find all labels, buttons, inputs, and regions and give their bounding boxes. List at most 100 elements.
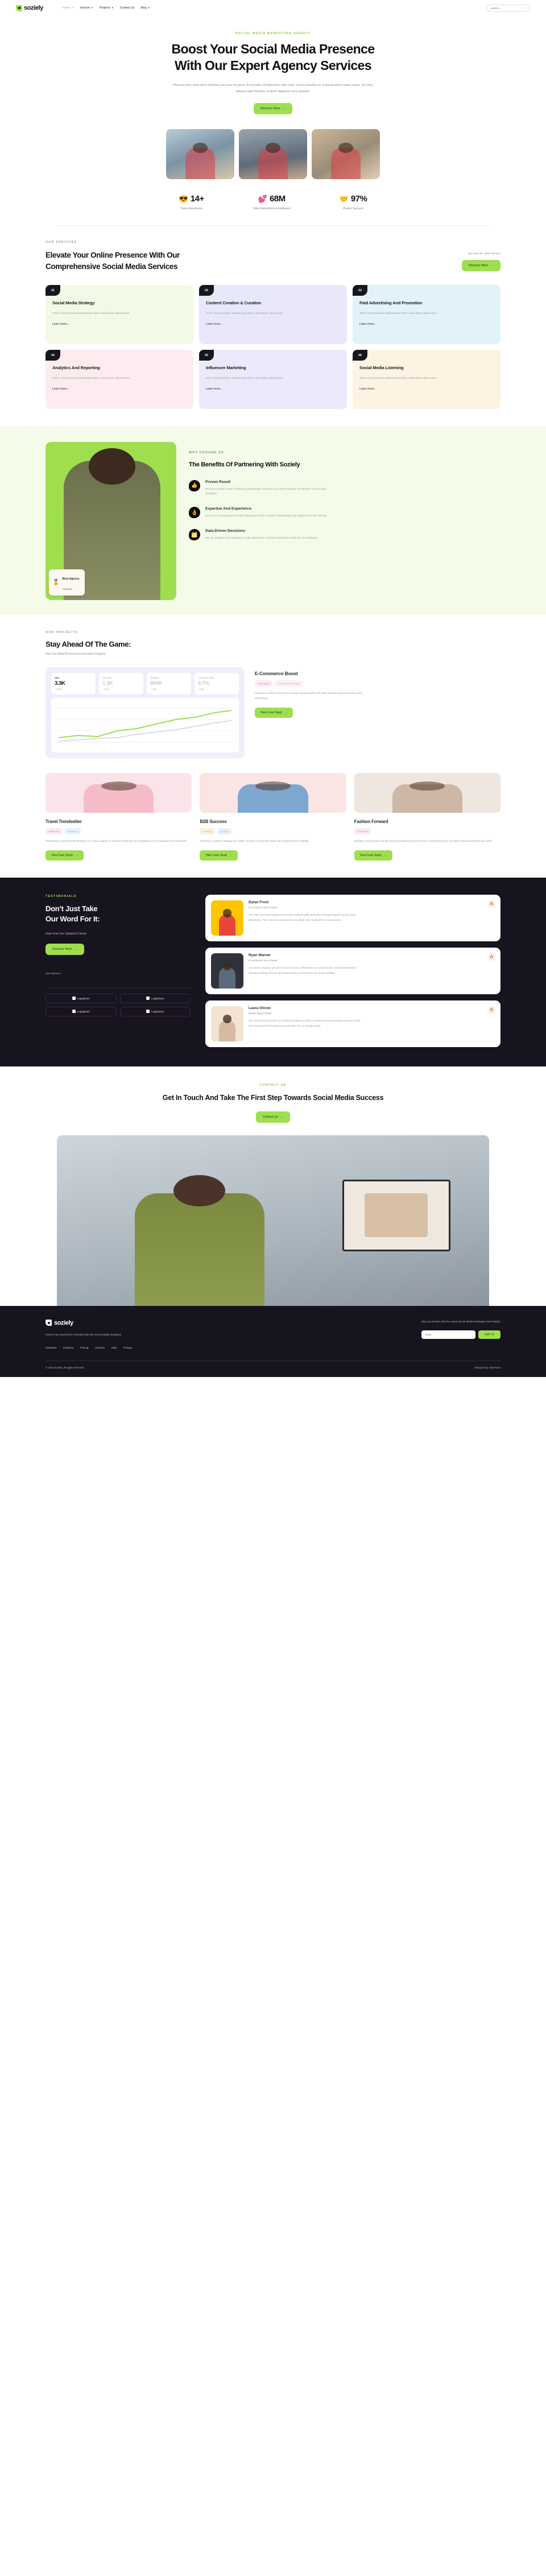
nav-item-service[interactable]: Service ▼	[80, 6, 93, 10]
service-card[interactable]: 03 Paid Advertising And Promotion Tortor…	[353, 285, 500, 344]
project-text: Developing a social media strategy for a…	[46, 840, 187, 842]
arrow-right-icon: →	[284, 710, 287, 714]
testimonials-discover-more-button[interactable]: Discover More →	[46, 943, 85, 955]
project-title: Fashion Forward	[354, 819, 388, 824]
search-input[interactable]	[491, 6, 523, 10]
testimonials-section: TESTIMONIALS Don’t Just Take Our Word Fo…	[0, 877, 546, 1066]
service-card[interactable]: 05 Influencer Marketing Tortor nisl elit…	[199, 350, 347, 409]
footer-link-careers[interactable]: Careers	[95, 1346, 104, 1349]
tag: linkedin	[217, 828, 232, 834]
search-box[interactable]: ⌕	[487, 4, 530, 12]
nav-item-home[interactable]: Home ▼	[63, 6, 74, 10]
chevron-down-icon: ▼	[111, 6, 114, 9]
chevron-down-icon: ▼	[71, 6, 74, 9]
service-text: Tortor nisl elit pulvinar pellentesque l…	[206, 377, 284, 379]
view-case-study-button[interactable]: View Case Study →	[200, 850, 238, 861]
service-number: 04	[46, 350, 60, 361]
service-card[interactable]: 02 Content Creation & Curation Tortor ni…	[199, 285, 347, 344]
fire-icon: 🔥	[489, 900, 495, 908]
view-case-study-button[interactable]: View Case Study →	[354, 850, 392, 861]
service-title: Content Creation & Curation	[206, 300, 262, 305]
stat-years-experience: 😎 14+ Years Experience	[179, 193, 205, 210]
partner-logo[interactable]: Logoipsum	[46, 1006, 117, 1016]
footer-tagline: Unlock Your Business's Potential with Ou…	[46, 1333, 121, 1336]
service-card[interactable]: 01 Social Media Strategy Tortor nisl eli…	[46, 285, 193, 344]
partner-logo[interactable]: Logoipsum	[119, 993, 191, 1003]
services-title: Elevate Your Online Presence With Our Co…	[46, 250, 180, 271]
service-text: Tortor nisl elit pulvinar pellentesque l…	[52, 312, 130, 315]
footer-link-pricing[interactable]: Pricing	[80, 1346, 88, 1349]
project-image	[46, 773, 192, 813]
view-case-study-button[interactable]: View Case Study →	[255, 707, 293, 718]
arrow-right-icon: →	[282, 106, 286, 110]
learn-more-link[interactable]: Learn more...	[359, 387, 494, 391]
search-icon[interactable]: ⌕	[524, 6, 526, 10]
project-card[interactable]: Travel Trendsetter instagram facebook De…	[46, 773, 192, 861]
stats-row: 😎 14+ Years Experience 💕 68M Total Subsc…	[0, 194, 546, 210]
service-card[interactable]: 06 Social Media Listening Tortor nisl el…	[353, 350, 500, 409]
award-badge: 🏅 Best Agency Awwards	[49, 569, 85, 596]
testimonials-title: Don’t Just Take Our Word For It:	[46, 904, 100, 924]
avatar	[211, 900, 243, 936]
benefits-section: 🏅 Best Agency Awwards WHY CHOOSE US The …	[0, 426, 546, 615]
testimonials-eyebrow: TESTIMONIALS	[46, 894, 77, 898]
contact-section: CONTACT US Get In Touch And Take The Fir…	[0, 1066, 546, 1306]
contact-title: Get In Touch And Take The First Step Tow…	[162, 1093, 384, 1102]
benefit-text: We use analytics and reporting to make d…	[205, 536, 318, 540]
page-title: Boost Your Social Media Presence With Ou…	[171, 42, 375, 73]
project-card[interactable]: Fashion Forward instagram Building a str…	[354, 773, 500, 861]
sign-up-button[interactable]: Sign Up	[478, 1330, 500, 1339]
benefits-title: The Benefits Of Partnering With Soziely	[189, 461, 300, 468]
project-text: Creating a LinkedIn strategy for a B2B c…	[200, 840, 309, 842]
thumbs-up-icon: 👍	[189, 479, 200, 491]
service-number: 01	[46, 285, 60, 296]
arrow-right-icon: →	[74, 947, 78, 951]
partner-logo[interactable]: Logoipsum	[46, 993, 117, 1003]
projects-grid: Travel Trendsetter instagram facebook De…	[46, 773, 500, 861]
services-eyebrow: OUR SERVICES	[46, 240, 77, 244]
benefit-item: 🗂️ Data-Driven Decisions We use analytic…	[189, 529, 500, 541]
footer-link-overview[interactable]: Overview	[46, 1346, 56, 1349]
benefit-text: Our team is composed of social media exp…	[205, 514, 328, 518]
services-grid: 01 Social Media Strategy Tortor nisl eli…	[46, 285, 500, 409]
chevron-down-icon: ▼	[147, 6, 150, 9]
nav-item-blog[interactable]: Blog ▼	[140, 6, 150, 10]
project-title: Travel Trendsetter	[46, 819, 82, 824]
tag: instagram	[354, 828, 371, 834]
learn-more-link[interactable]: Learn more...	[206, 387, 340, 391]
projects-eyebrow: OUR PROJECTS	[46, 631, 78, 634]
hero-discover-more-button[interactable]: Discover More →	[253, 102, 293, 114]
nav-item-contact-us[interactable]: Contact Us	[120, 6, 135, 10]
footer-link-help[interactable]: Help	[111, 1346, 117, 1349]
sunglasses-face-icon: 😎	[179, 194, 188, 203]
learn-more-link[interactable]: Learn more...	[52, 387, 187, 391]
logo[interactable]: soziely	[16, 5, 43, 11]
contact-us-button[interactable]: Contact Us →	[255, 1111, 291, 1123]
hearts-icon: 💕	[258, 194, 267, 203]
learn-more-link[interactable]: Learn more...	[359, 322, 494, 326]
partner-logo[interactable]: Logoipsum	[119, 1006, 191, 1016]
learn-more-link[interactable]: Learn more...	[206, 322, 340, 326]
services-discover-more-button[interactable]: Discover More →	[461, 260, 500, 271]
learn-more-link[interactable]: Learn more...	[52, 322, 187, 326]
email-field[interactable]	[421, 1330, 475, 1339]
service-card[interactable]: 04 Analytics And Reporting Tortor nisl e…	[46, 350, 193, 409]
footer-logo[interactable]: soziely	[46, 1320, 132, 1326]
testimonial-text: The team at Soziely helped us increase w…	[249, 913, 356, 921]
design-credit: Designed by TokoTema	[474, 1366, 500, 1370]
footer-logo-text: soziely	[54, 1319, 73, 1326]
tag: instagram	[46, 828, 63, 834]
benefits-eyebrow: WHY CHOOSE US	[189, 451, 224, 454]
medal-icon: 🏅	[52, 579, 60, 586]
service-number: 02	[199, 285, 214, 296]
footer-link-features[interactable]: Features	[63, 1346, 73, 1349]
view-case-study-button[interactable]: View Case Study →	[46, 850, 84, 861]
footer-link-privacy[interactable]: Privacy	[123, 1346, 132, 1349]
card-index-dividers-icon: 🗂️	[189, 529, 200, 541]
benefit-item: 👌 Expertise And Experience Our team is c…	[189, 507, 500, 519]
partner-logo-icon	[146, 997, 150, 1000]
services-note: We have 26+ other services	[468, 252, 500, 255]
nav-item-projects[interactable]: Projects ▼	[100, 6, 114, 10]
project-image	[200, 773, 346, 813]
project-card[interactable]: B2B Success strategy linkedin Creating a…	[200, 773, 346, 861]
